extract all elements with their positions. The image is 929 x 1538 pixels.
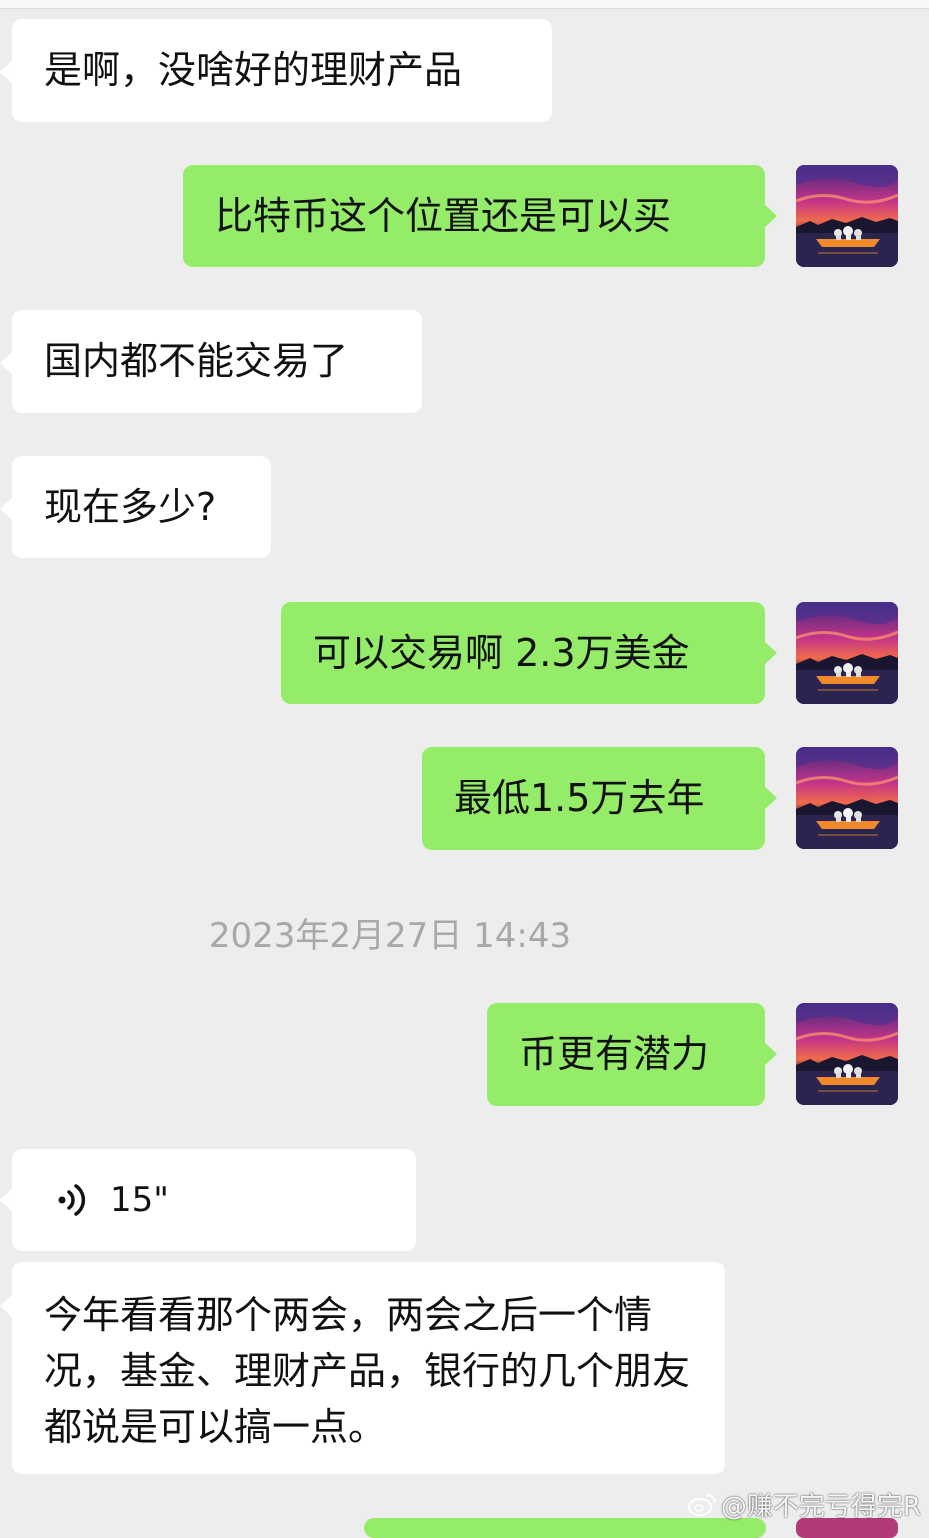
user-avatar[interactable] <box>796 602 898 704</box>
sunset-boat-icon <box>796 602 898 704</box>
voice-duration: 15" <box>110 1180 169 1220</box>
message-text: 是啊，没啥好的理财产品 <box>44 48 463 92</box>
sunset-boat-icon <box>796 1003 898 1105</box>
message-bubble-received[interactable]: 今年看看那个两会，两会之后一个情况，基金、理财产品，银行的几个朋友都说是可以搞一… <box>0 1262 725 1474</box>
message-bubble-sent[interactable]: 可以交易啊 2.3万美金 <box>281 602 777 704</box>
watermark-text: @赚不完亏得完R <box>720 1492 921 1522</box>
sunset-boat-icon <box>796 747 898 849</box>
message-bubble-sent[interactable]: 比特币这个位置还是可以买 <box>183 165 777 267</box>
message-bubble-sent[interactable]: 币更有潜力 <box>487 1003 777 1106</box>
weibo-logo-icon <box>687 1491 717 1525</box>
message-text: 最低1.5万去年 <box>454 776 705 820</box>
weibo-watermark: @赚不完亏得完R <box>687 1490 921 1525</box>
message-text: 现在多少? <box>44 485 217 529</box>
message-bubble-received[interactable]: 是啊，没啥好的理财产品 <box>0 19 552 122</box>
message-bubble-received[interactable]: 国内都不能交易了 <box>0 310 422 413</box>
top-divider <box>0 0 929 9</box>
sunset-boat-icon <box>796 165 898 267</box>
message-text: 比特币这个位置还是可以买 <box>215 194 672 238</box>
message-text: 国内都不能交易了 <box>44 339 349 383</box>
chat-timestamp: 2023年2月27日 14:43 <box>208 916 572 956</box>
message-text: 可以交易啊 2.3万美金 <box>313 631 690 675</box>
voice-message-bubble[interactable]: 15" <box>0 1149 416 1251</box>
message-bubble-received[interactable]: 现在多少? <box>0 456 271 558</box>
message-bubble-sent[interactable]: 最低1.5万去年 <box>422 747 777 850</box>
voice-wave-icon <box>56 1182 90 1222</box>
message-text: 币更有潜力 <box>519 1032 710 1076</box>
user-avatar[interactable] <box>796 1003 898 1105</box>
user-avatar[interactable] <box>796 747 898 849</box>
message-text: 今年看看那个两会，两会之后一个情况，基金、理财产品，银行的几个朋友都说是可以搞一… <box>44 1293 691 1449</box>
user-avatar[interactable] <box>796 165 898 267</box>
